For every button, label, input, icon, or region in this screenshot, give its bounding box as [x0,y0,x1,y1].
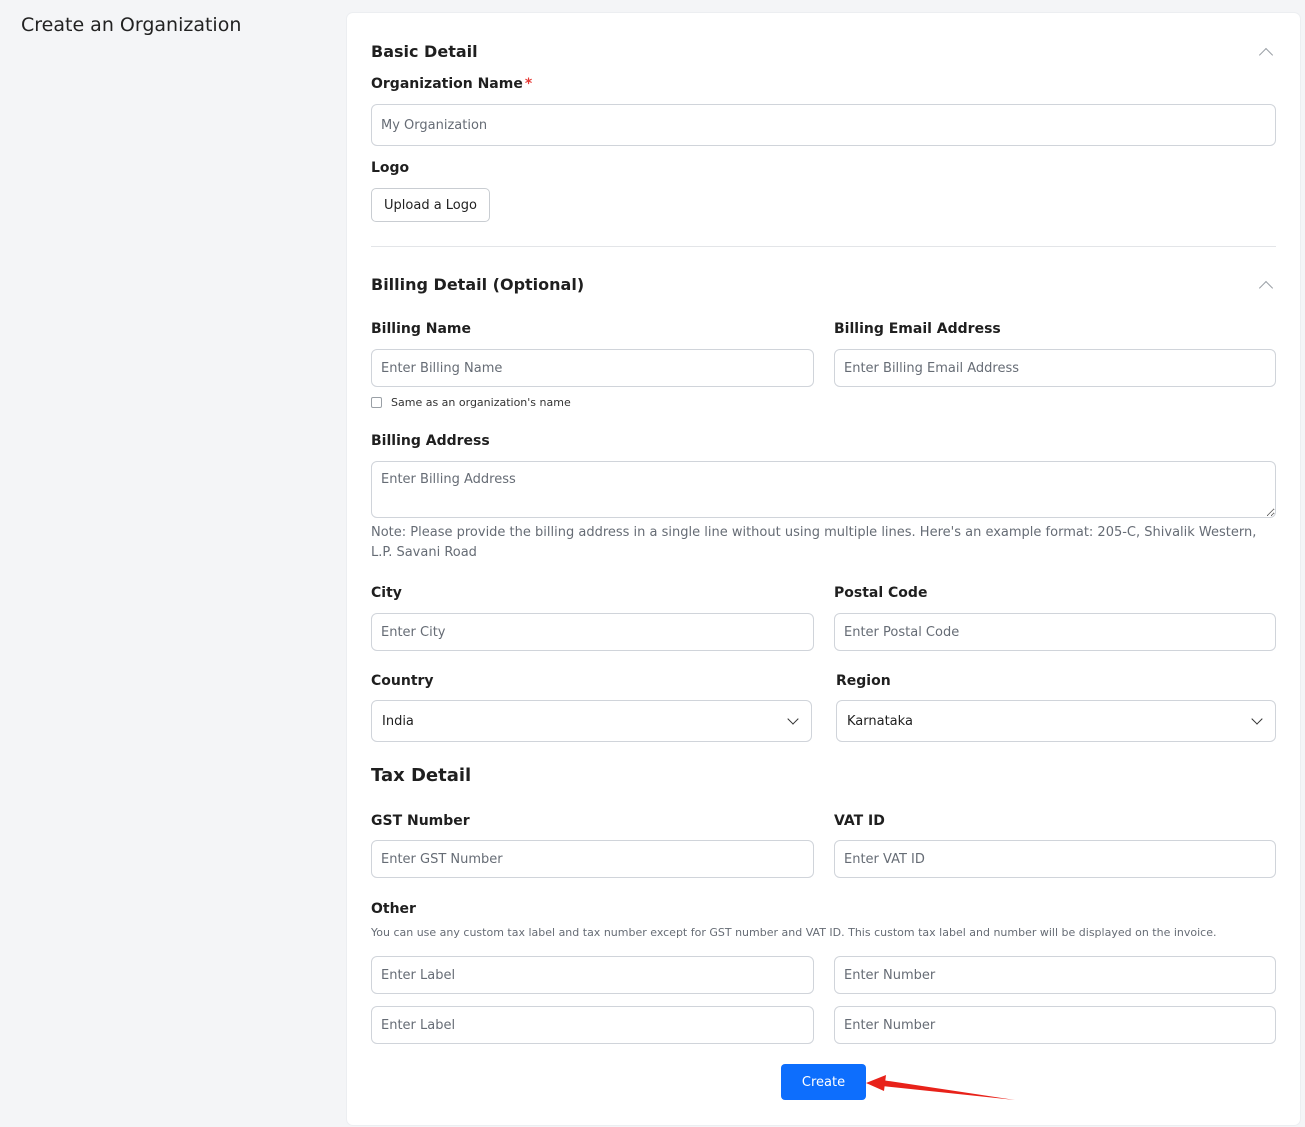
gst-number-input[interactable] [371,840,814,878]
billing-name-label: Billing Name [371,321,471,337]
city-label: City [371,585,402,601]
region-select-value: Karnataka [847,713,913,729]
organization-name-label-text: Organization Name [371,76,523,92]
required-marker: * [524,76,533,92]
billing-email-input[interactable] [834,349,1276,387]
logo-label: Logo [371,160,410,176]
region-label: Region [836,673,891,689]
country-select-value: India [382,713,414,729]
vat-id-label: VAT ID [834,813,885,829]
chevron-down-icon [1251,713,1263,725]
country-label: Country [371,673,434,689]
city-input[interactable] [371,613,814,651]
page-title: Create an Organization [21,14,242,36]
organization-form-card: Basic Detail Organization Name* Logo Upl… [347,13,1300,1125]
organization-name-label: Organization Name * [371,76,532,92]
custom-tax-number-input[interactable] [834,956,1276,994]
custom-tax-label-input[interactable] [371,1006,814,1044]
basic-detail-title: Basic Detail [371,42,478,61]
same-as-org-name-checkbox[interactable] [371,397,382,408]
vat-id-input[interactable] [834,840,1276,878]
create-button[interactable]: Create [781,1064,866,1100]
billing-address-label: Billing Address [371,433,490,449]
custom-tax-number-input[interactable] [834,1006,1276,1044]
gst-number-label: GST Number [371,813,470,829]
region-select[interactable]: Karnataka [836,700,1276,742]
postal-code-label: Postal Code [834,585,928,601]
billing-name-input[interactable] [371,349,814,387]
section-divider [371,246,1276,247]
collapse-basic-detail-icon[interactable] [1258,47,1274,63]
same-as-org-name-label: Same as an organization's name [391,396,571,409]
organization-name-input[interactable] [371,104,1276,146]
upload-logo-button[interactable]: Upload a Logo [371,188,490,222]
country-select[interactable]: India [371,700,812,742]
tax-detail-title: Tax Detail [371,765,472,786]
billing-email-label: Billing Email Address [834,321,1001,337]
billing-detail-title: Billing Detail (Optional) [371,275,585,294]
chevron-down-icon [787,713,799,725]
other-tax-help-text: You can use any custom tax label and tax… [371,926,1217,939]
custom-tax-label-input[interactable] [371,956,814,994]
collapse-billing-detail-icon[interactable] [1258,280,1274,296]
billing-address-textarea[interactable] [371,461,1276,518]
other-tax-label: Other [371,901,416,917]
billing-address-note: Note: Please provide the billing address… [371,525,1257,560]
postal-code-input[interactable] [834,613,1276,651]
